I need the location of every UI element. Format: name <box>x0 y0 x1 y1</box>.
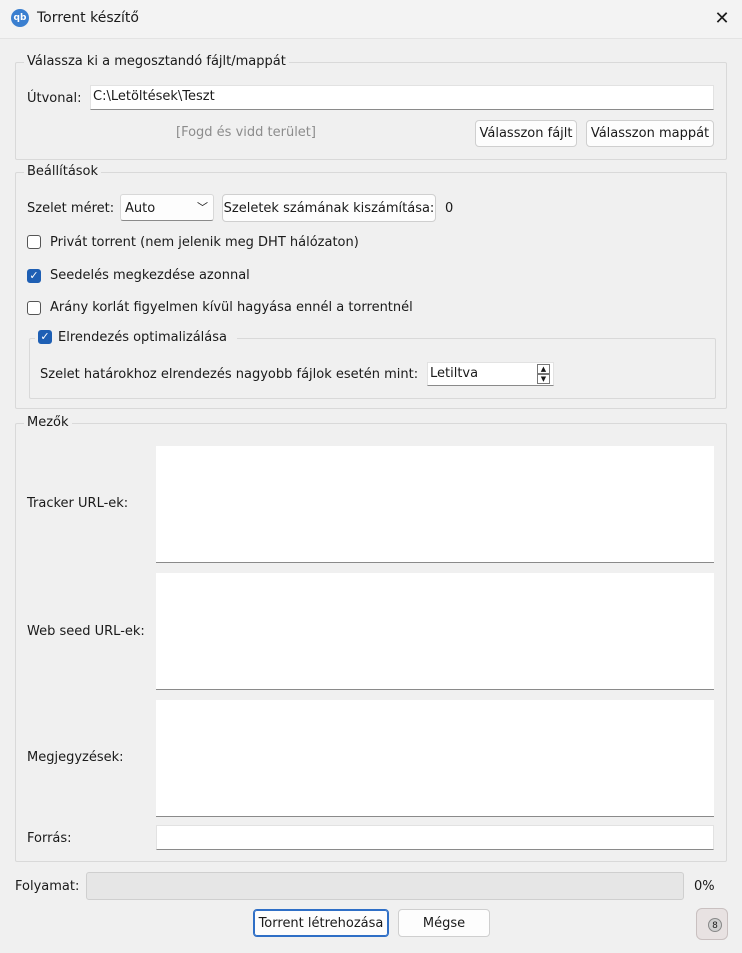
optimize-alignment-checkbox[interactable]: ✓ <box>38 330 52 344</box>
path-input[interactable]: C:\Letöltések\Teszt <box>90 85 714 110</box>
private-torrent-label: Privát torrent (nem jelenik meg DHT háló… <box>50 235 359 250</box>
optimize-alignment-label: Elrendezés optimalizálása <box>58 330 227 345</box>
close-icon[interactable]: ✕ <box>712 8 732 29</box>
alignment-threshold-label: Szelet határokhoz elrendezés nagyobb fáj… <box>40 367 419 382</box>
fields-group-title: Mezők <box>24 415 72 430</box>
settings-group-title: Beállítások <box>24 164 102 179</box>
drag-drop-area[interactable]: [Fogd és vidd terület] <box>176 125 316 140</box>
source-label: Forrás: <box>27 831 72 846</box>
path-label: Útvonal: <box>27 91 82 106</box>
private-torrent-checkbox[interactable] <box>27 235 41 249</box>
window-title: Torrent készítő <box>37 10 139 26</box>
source-input[interactable] <box>156 825 714 850</box>
piece-size-value: Auto <box>125 201 156 216</box>
calculate-pieces-button[interactable]: Szeletek számának kiszámítása: <box>222 194 436 222</box>
path-value: C:\Letöltések\Teszt <box>93 89 215 104</box>
piece-size-label: Szelet méret: <box>27 201 115 216</box>
file-select-group-title: Válassza ki a megosztandó fájlt/mappát <box>24 54 289 69</box>
tracker-urls-label: Tracker URL-ek: <box>27 496 129 511</box>
optimize-alignment-header: ✓ Elrendezés optimalizálása <box>35 329 237 347</box>
qbittorrent-logo-icon: qb <box>11 9 29 27</box>
spin-up-icon[interactable]: ▲ <box>537 364 550 374</box>
progress-label: Folyamat: <box>15 879 80 894</box>
tracker-urls-textarea[interactable] <box>156 446 714 563</box>
webseed-urls-label: Web seed URL-ek: <box>27 624 145 639</box>
spin-down-icon[interactable]: ▼ <box>537 374 550 384</box>
ignore-ratio-label: Arány korlát figyelmen kívül hagyása enn… <box>50 300 413 315</box>
resize-grip-icon[interactable]: 8 <box>696 908 728 940</box>
chevron-down-icon: ﹀ <box>197 201 208 214</box>
piece-count: 0 <box>445 201 454 216</box>
start-seeding-checkbox[interactable]: ✓ <box>27 269 41 283</box>
progress-value: 0% <box>694 879 715 894</box>
title-bar: qb Torrent készítő ✕ <box>0 0 742 39</box>
comments-textarea[interactable] <box>156 700 714 817</box>
piece-size-select[interactable]: Auto ﹀ <box>120 194 214 221</box>
comments-label: Megjegyzések: <box>27 750 124 765</box>
webseed-urls-textarea[interactable] <box>156 573 714 690</box>
progress-bar <box>86 872 684 900</box>
alignment-threshold-spinbox[interactable]: Letiltva ▲ ▼ <box>427 362 554 386</box>
create-torrent-button[interactable]: Torrent létrehozása <box>253 909 389 937</box>
select-file-button[interactable]: Válasszon fájlt <box>475 120 577 147</box>
alignment-threshold-value: Letiltva <box>430 366 479 381</box>
ignore-ratio-checkbox[interactable] <box>27 301 41 315</box>
cancel-button[interactable]: Mégse <box>398 909 490 937</box>
start-seeding-label: Seedelés megkezdése azonnal <box>50 268 250 283</box>
select-folder-button[interactable]: Válasszon mappát <box>586 120 714 147</box>
